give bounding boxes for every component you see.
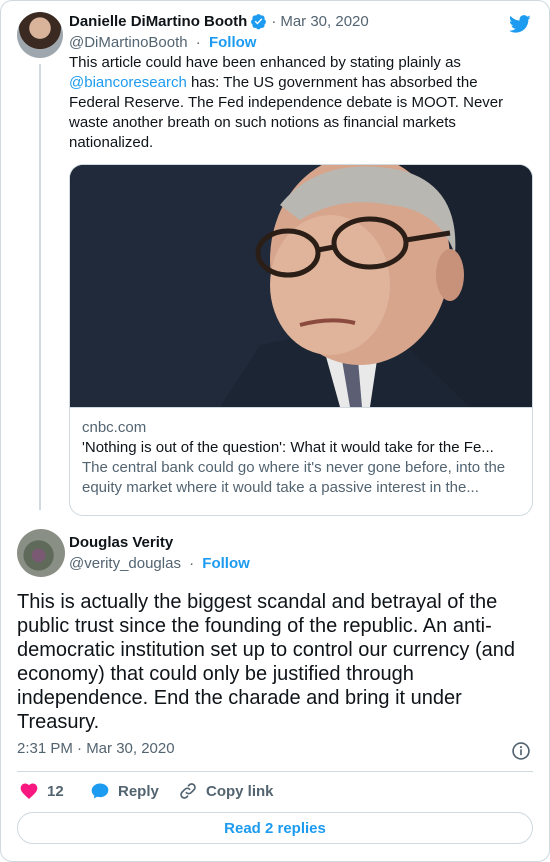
speech-bubble-icon [91,783,109,799]
separator-dot: · [189,555,195,572]
tweet1-handle-row: @DiMartinoBooth · Follow [69,34,256,51]
card-description: The central bank could go where it's nev… [82,459,506,496]
reply-button[interactable]: Reply [90,781,159,801]
tweet2-handle-row: @verity_douglas · Follow [69,555,250,572]
tweet1-text: This article could have been enhanced by… [69,53,519,153]
mention-link[interactable]: @biancoresearch [69,74,187,91]
follow-button[interactable]: Follow [202,555,250,572]
card-photo-illustration [70,165,532,407]
tweet2-text: This is actually the biggest scandal and… [17,591,516,733]
card-body: cnbc.com 'Nothing is out of the question… [70,407,532,515]
thread-connector-line [39,64,41,510]
heart-icon [20,783,38,799]
card-title: 'Nothing is out of the question': What i… [82,439,494,456]
action-divider [17,771,533,772]
copy-link-label: Copy link [206,782,274,800]
like-button[interactable]: 12 [19,781,64,801]
info-icon[interactable] [511,741,531,761]
separator-dot: · [271,13,277,30]
verified-badge-icon [251,14,267,30]
like-count: 12 [47,782,64,800]
reply-label: Reply [118,782,159,800]
tweet-date[interactable]: Mar 30, 2020 [280,13,368,30]
card-domain: cnbc.com [82,419,147,436]
tweet1-header: Danielle DiMartino Booth · Mar 30, 2020 [69,13,369,30]
author-handle[interactable]: @DiMartinoBooth [69,34,188,51]
author-name[interactable]: Douglas Verity [69,534,173,551]
link-icon [180,783,196,799]
author-name[interactable]: Danielle DiMartino Booth [69,13,247,30]
tweet2-header: Douglas Verity [69,534,173,551]
tweet-timestamp[interactable]: 2:31 PM · Mar 30, 2020 [17,740,175,757]
link-preview-card[interactable]: cnbc.com 'Nothing is out of the question… [69,164,533,516]
card-image [70,165,532,407]
twitter-bird-icon[interactable] [507,13,533,35]
separator-dot: · [195,34,201,51]
avatar-danielle[interactable] [17,12,63,58]
read-replies-button[interactable]: Read 2 replies [17,812,533,844]
tweet-text-part: This article could have been enhanced by… [69,54,461,71]
copy-link-button[interactable]: Copy link [178,781,274,801]
follow-button[interactable]: Follow [209,34,257,51]
avatar-douglas[interactable] [17,529,65,577]
author-handle[interactable]: @verity_douglas [69,555,181,572]
